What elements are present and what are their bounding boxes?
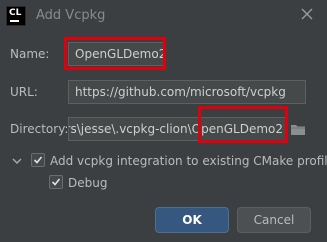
folder-icon [291,124,305,135]
debug-label: Debug [68,176,108,190]
app-icon-text: CL [9,8,22,18]
ok-button[interactable]: OK [155,207,229,233]
integration-label: Add vcpkg integration to existing CMake … [50,154,327,168]
integration-checkbox[interactable] [31,153,45,167]
directory-label: Directory: [10,122,69,136]
cancel-button[interactable]: Cancel [237,207,311,233]
checkmark-icon [33,156,43,164]
checkmark-icon [51,178,61,186]
close-icon[interactable] [299,6,315,22]
dialog-title: Add Vcpkg [36,8,106,23]
url-input[interactable]: https://github.com/microsoft/vcpkg [68,80,306,104]
title-bar: CL Add Vcpkg [0,0,327,32]
clion-app-icon: CL [6,6,26,26]
url-label: URL: [10,85,38,99]
name-input[interactable]: OpenGLDemo2 [68,42,164,66]
directory-input[interactable]: !sers\jesse\.vcpkg-clion\OpenGLDemo2 [68,117,286,141]
directory-value: !sers\jesse\.vcpkg-clion\OpenGLDemo2 [68,122,283,136]
browse-folder-button[interactable] [288,117,308,141]
chevron-down-icon[interactable] [12,155,22,165]
name-label: Name: [10,47,50,61]
debug-checkbox[interactable] [49,175,63,189]
